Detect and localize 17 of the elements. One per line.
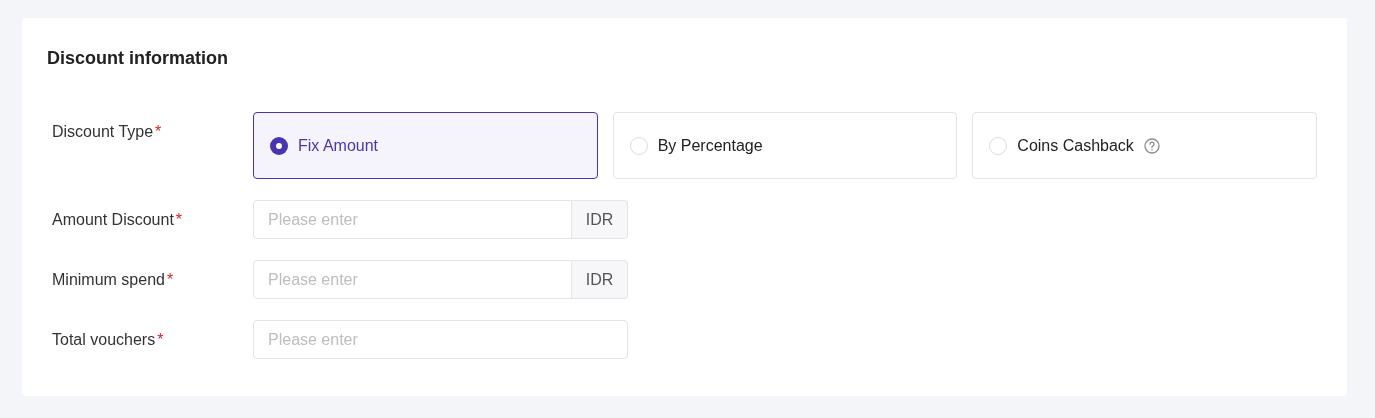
field-label: Total vouchers* <box>51 330 165 349</box>
section-title: Discount information <box>47 48 229 70</box>
input-field[interactable]: Please enter <box>253 200 572 239</box>
radio-option[interactable]: By Percentage <box>612 112 958 179</box>
field-label: Amount Discount* <box>51 210 184 229</box>
input-field[interactable]: Please enter <box>253 320 628 359</box>
field-label: Discount Type* <box>51 122 163 141</box>
input-field[interactable]: Please enter <box>253 260 572 299</box>
currency-suffix: IDR <box>572 260 628 299</box>
radio-icon <box>270 136 288 155</box>
radio-icon <box>989 136 1008 155</box>
radio-option[interactable]: Fix Amount <box>253 112 598 179</box>
radio-icon <box>629 136 648 155</box>
help-icon[interactable] <box>1143 137 1160 154</box>
currency-suffix: IDR <box>572 200 628 239</box>
field-label: Minimum spend* <box>51 270 175 289</box>
radio-option[interactable]: Coins Cashback <box>972 112 1317 179</box>
